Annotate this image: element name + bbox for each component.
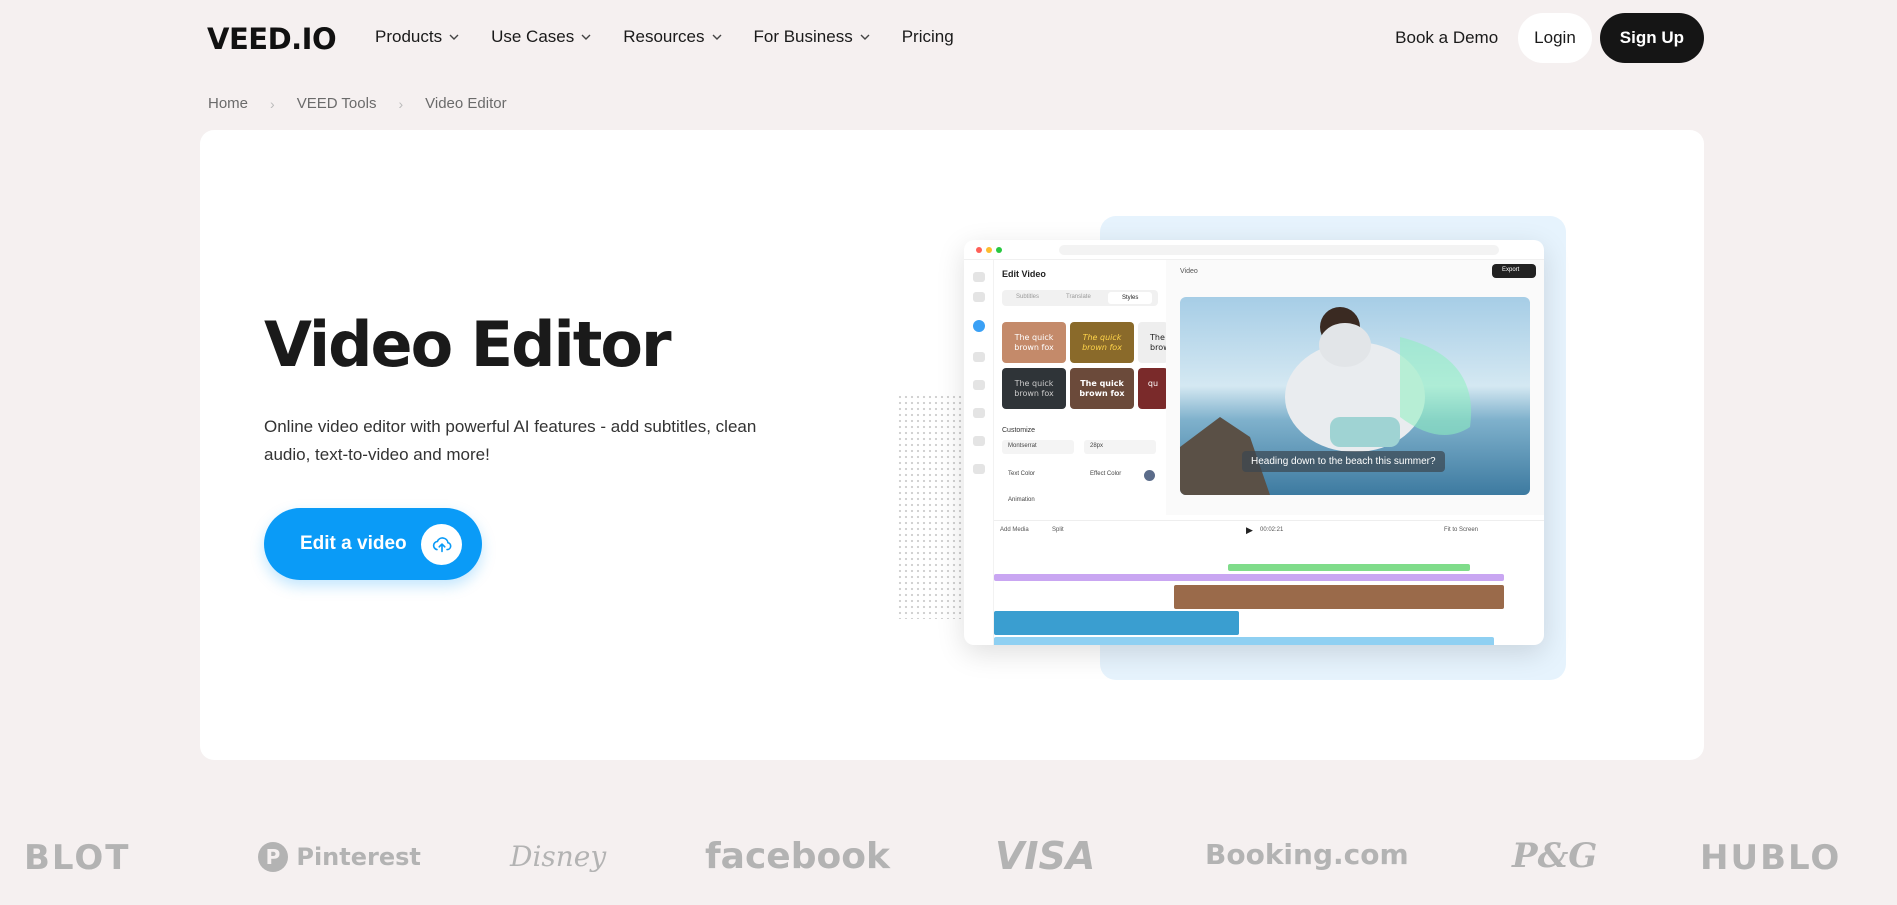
nav-item-label: Resources (623, 27, 705, 46)
mock-tab-subtitles: Subtitles (1016, 294, 1040, 300)
timeline-track (1228, 564, 1470, 571)
chevron-down-icon (449, 34, 459, 40)
timeline-track (1174, 585, 1504, 609)
nav-item-for-business[interactable]: For Business (754, 27, 870, 47)
page-title: Video Editor (264, 308, 672, 381)
nav-item-products[interactable]: Products (375, 27, 459, 47)
play-icon: ▶ (1246, 525, 1253, 535)
nav-item-pricing[interactable]: Pricing (902, 27, 954, 47)
transitions-icon (973, 408, 985, 418)
upload-cloud-icon (421, 524, 462, 565)
top-navigation: VEED.IO Products Use Cases Resources For… (0, 0, 1897, 76)
menu-icon (973, 272, 985, 282)
animation-label: Animation (1002, 494, 1156, 508)
nav-item-use-cases[interactable]: Use Cases (491, 27, 591, 47)
mock-sidebar (964, 260, 994, 645)
fit-to-screen-label: Fit to Screen (1444, 527, 1479, 533)
mock-tabs: Subtitles Translate Styles (1002, 290, 1158, 306)
logo-hublot: HUBLO (1700, 838, 1842, 878)
logo-pinterest-text: Pinterest (296, 843, 421, 871)
font-select: Montserrat (1002, 440, 1074, 454)
split-label: Split (1052, 527, 1064, 533)
logo-visa: VISA (995, 834, 1096, 878)
signup-button[interactable]: Sign Up (1599, 13, 1704, 63)
pinterest-icon: P (258, 842, 288, 872)
chevron-right-icon: › (270, 95, 275, 112)
customize-label: Customize (1002, 427, 1036, 434)
mock-tab-translate: Translate (1066, 294, 1091, 300)
nav-item-resources[interactable]: Resources (623, 27, 721, 47)
style-tile: qu (1138, 368, 1168, 409)
breadcrumb-home[interactable]: Home (208, 95, 248, 112)
hero-description: Online video editor with powerful AI fea… (264, 417, 757, 464)
elements-icon (973, 380, 985, 390)
breadcrumb-veed-tools[interactable]: VEED Tools (297, 95, 377, 112)
mock-url-bar (1059, 245, 1499, 255)
video-subtitle: Heading down to the beach this summer? (1242, 451, 1445, 472)
video-label: Video (1180, 268, 1198, 275)
breadcrumb-current: Video Editor (425, 95, 507, 112)
mock-panel-title: Edit Video (1002, 269, 1046, 279)
add-media-label: Add Media (1000, 527, 1029, 533)
cta-label: Edit a video (300, 533, 407, 554)
style-tile: The quick brown fox (1002, 322, 1066, 363)
timeline-track (994, 611, 1239, 635)
editor-mockup-image: Edit Video Subtitles Translate Styles Th… (964, 240, 1544, 645)
mock-browser-bar (964, 240, 1544, 260)
logo-pg: P&G (1512, 836, 1598, 876)
draw-icon (973, 464, 985, 474)
text-icon (973, 352, 985, 362)
book-demo-link[interactable]: Book a Demo (1395, 28, 1498, 48)
veed-logo[interactable]: VEED.IO (207, 22, 337, 56)
video-preview: Heading down to the beach this summer? (1180, 297, 1530, 495)
style-tile: The brow (1138, 322, 1170, 363)
dot-pattern (897, 394, 965, 619)
chevron-down-icon (860, 34, 870, 40)
logo-facebook: facebook (705, 836, 890, 877)
hero-card: Video Editor Online video editor with po… (200, 130, 1704, 760)
logo-disney: Disney (510, 840, 607, 873)
timecode: 00:02:21 (1260, 527, 1284, 533)
logo-blot: BLOT (24, 838, 131, 878)
logo-pinterest: P Pinterest (258, 842, 421, 872)
nav-item-label: For Business (753, 27, 853, 46)
export-button: Export (1492, 264, 1536, 278)
nav-actions: Book a Demo Login Sign Up (1395, 13, 1704, 63)
window-minimize-dot (986, 247, 992, 253)
media-icon (973, 292, 985, 302)
text-color-label: Text Color (1002, 468, 1074, 482)
nav-item-label: Pricing (901, 27, 954, 46)
style-tile: The quick brown fox (1070, 322, 1134, 363)
main-menu: Products Use Cases Resources For Busines… (375, 27, 986, 47)
login-button[interactable]: Login (1518, 13, 1592, 63)
filters-icon (973, 436, 985, 446)
style-tile: The quick brown fox (1002, 368, 1066, 409)
mock-tab-styles: Styles (1108, 292, 1153, 304)
nav-item-label: Products (375, 27, 443, 46)
customer-logos: BLOT P Pinterest Disney facebook VISA Bo… (0, 760, 1897, 905)
chevron-down-icon (712, 34, 721, 40)
effect-color-swatch (1144, 470, 1155, 481)
timeline-track (994, 637, 1494, 645)
window-maximize-dot (996, 247, 1002, 253)
mock-timeline: Add Media Split ▶ 00:02:21 Fit to Screen (994, 520, 1544, 645)
chevron-down-icon (581, 34, 591, 40)
timeline-track (994, 574, 1504, 581)
breadcrumb: Home › VEED Tools › Video Editor (208, 95, 507, 112)
nav-item-label: Use Cases (491, 27, 575, 46)
size-select: 28px (1084, 440, 1156, 454)
style-tile: The quick brown fox (1070, 368, 1134, 409)
logo-booking: Booking.com (1205, 838, 1409, 871)
chevron-right-icon: › (398, 95, 404, 112)
window-close-dot (976, 247, 982, 253)
subtitles-icon (973, 320, 985, 332)
edit-video-button[interactable]: Edit a video (264, 508, 482, 580)
